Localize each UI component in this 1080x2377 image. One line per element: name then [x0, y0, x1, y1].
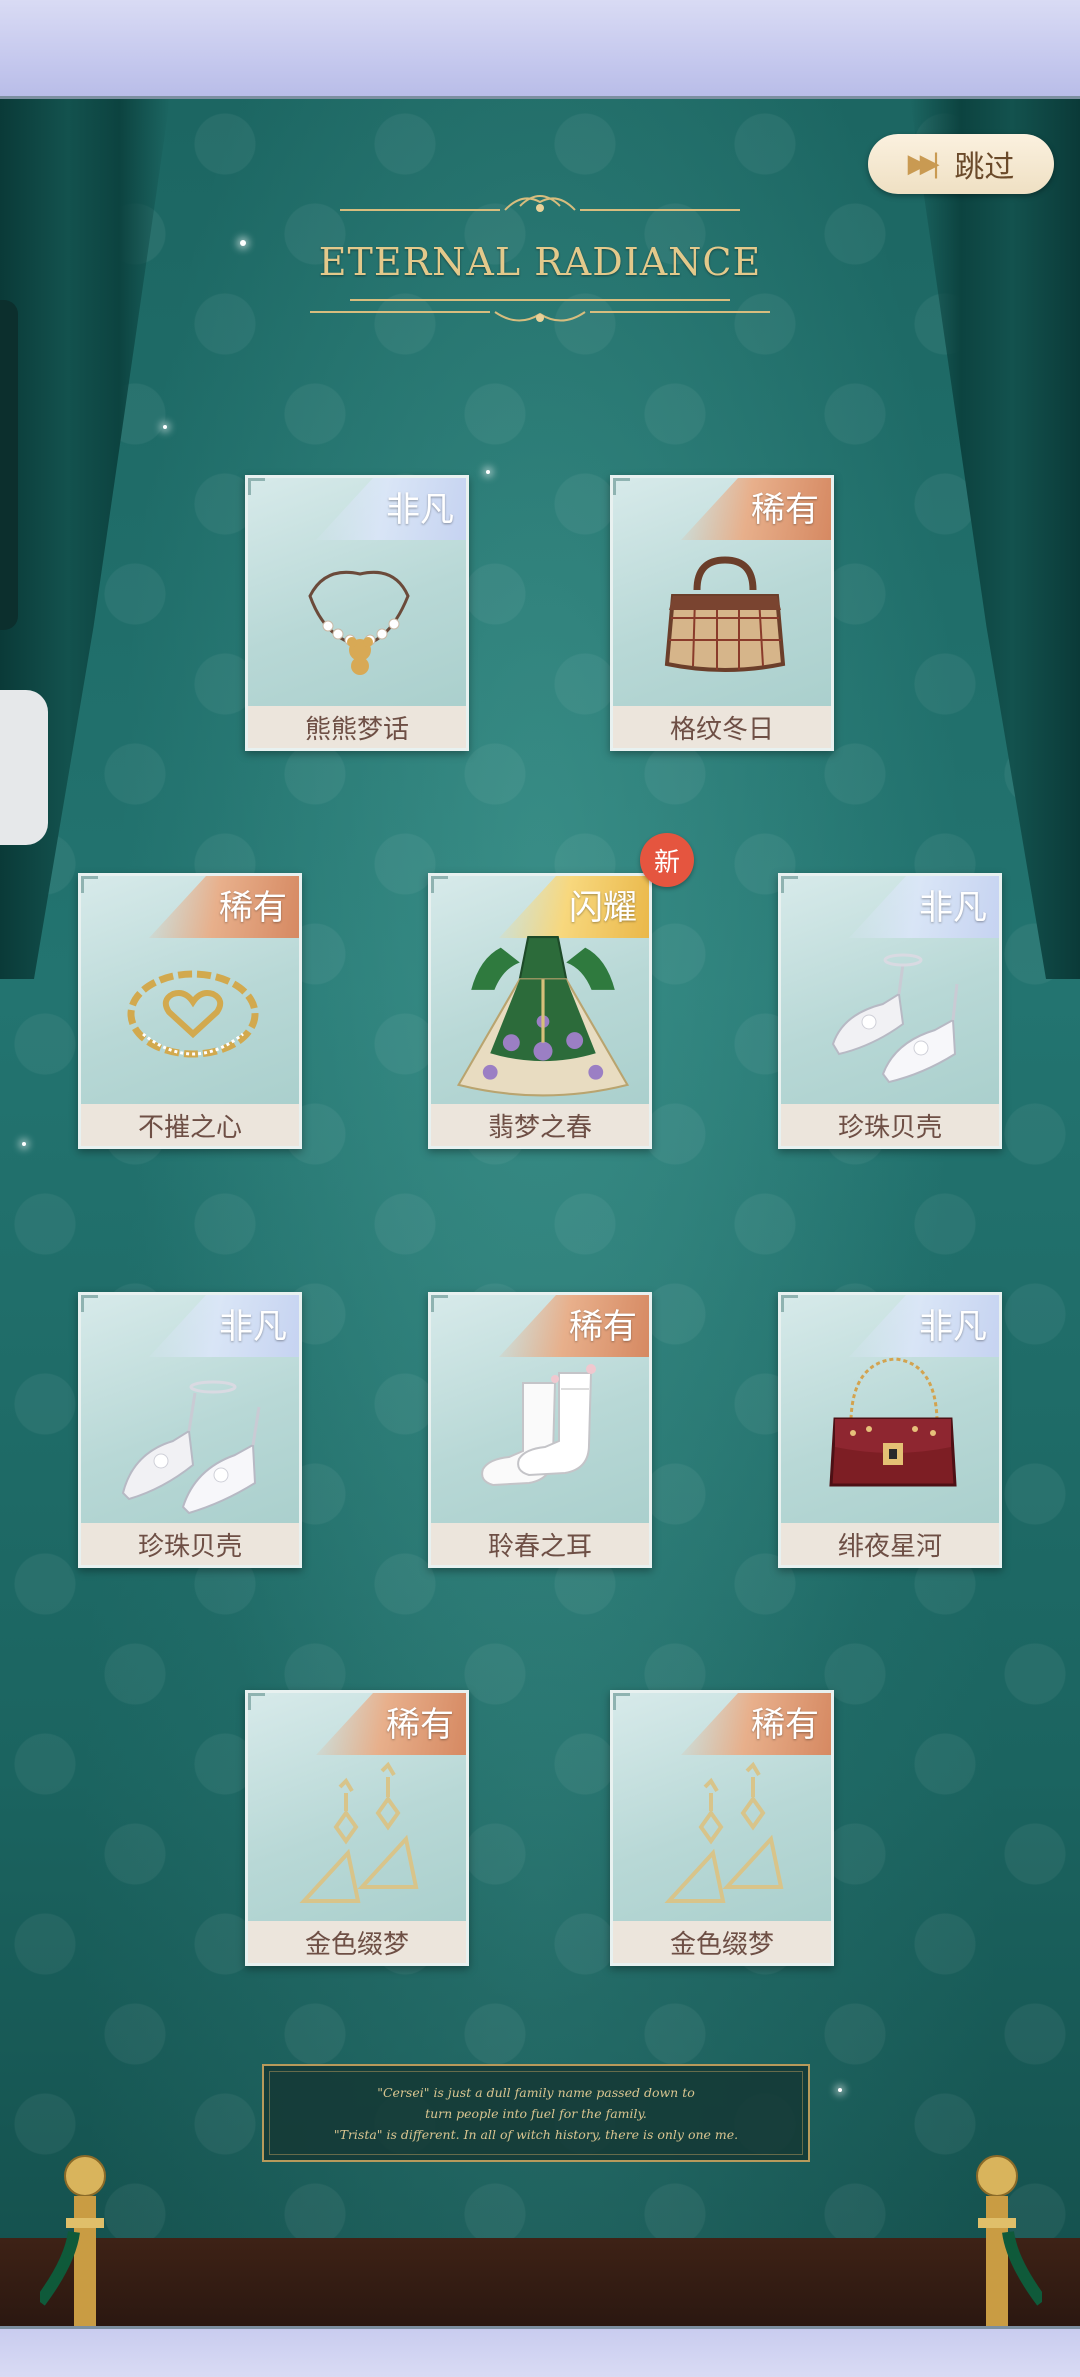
rarity-label: 稀有: [751, 1705, 819, 1745]
damask-wallpaper: [0, 99, 1080, 2329]
item-name: 不摧之心: [81, 1104, 299, 1146]
item-name: 熊熊梦话: [248, 706, 466, 748]
rarity-label: 非凡: [219, 1307, 287, 1347]
side-panel-edge: [0, 300, 18, 630]
item-card[interactable]: 稀有 不摧之心: [78, 873, 302, 1149]
sparkle: [240, 240, 246, 246]
item-name: 金色缀梦: [613, 1921, 831, 1963]
item-card[interactable]: 稀有 格纹冬日: [610, 475, 834, 751]
item-name: 聆春之耳: [431, 1523, 649, 1565]
skip-button[interactable]: ▶▶| 跳过: [868, 134, 1054, 194]
rarity-label: 非凡: [919, 888, 987, 928]
heart-bracelet-icon: [127, 970, 259, 1058]
necklace-icon: [308, 570, 410, 675]
item-card[interactable]: 稀有 金色缀梦: [245, 1690, 469, 1966]
item-name: 翡梦之春: [431, 1104, 649, 1146]
stage-floor: [0, 2238, 1080, 2329]
heels-icon: [831, 953, 959, 1084]
rarity-label: 非凡: [386, 490, 454, 530]
skip-button-label: 跳过: [954, 150, 1015, 185]
rarity-label: 稀有: [386, 1705, 454, 1745]
page-title: ETERNAL RADIANCE: [290, 188, 790, 338]
new-badge: 新: [640, 833, 694, 887]
rarity-label: 非凡: [919, 1307, 987, 1347]
sparkle: [22, 1142, 26, 1146]
top-status-bar: [0, 0, 1080, 99]
earrings-icon: [299, 1761, 419, 1903]
item-name: 珍珠贝壳: [781, 1104, 999, 1146]
stanchion-post-left: [40, 2155, 106, 2332]
sparkle: [838, 2088, 842, 2092]
title-text: ETERNAL RADIANCE: [318, 240, 762, 284]
quote-line: "Trista" is different. In all of witch h…: [333, 2126, 739, 2142]
stanchion-post-right: [976, 2155, 1042, 2332]
heels-icon: [121, 1380, 261, 1515]
quote-line: "Cersei" is just a dull family name pass…: [377, 2084, 695, 2100]
item-name: 金色缀梦: [248, 1921, 466, 1963]
item-card[interactable]: 稀有 金色缀梦: [610, 1690, 834, 1966]
rarity-label: 稀有: [751, 490, 819, 530]
rarity-label: 稀有: [569, 1307, 637, 1347]
item-name: 绯夜星河: [781, 1523, 999, 1565]
item-card[interactable]: 非凡 绯夜星河: [778, 1292, 1002, 1568]
socks-icon: [481, 1364, 596, 1487]
reveal-stage: [0, 99, 1080, 2329]
dress-icon: [456, 936, 630, 1097]
earrings-icon: [664, 1761, 784, 1903]
item-card[interactable]: 闪耀 翡梦之春: [428, 873, 652, 1149]
item-name: 格纹冬日: [613, 706, 831, 748]
item-card[interactable]: 稀有 聆春之耳: [428, 1292, 652, 1568]
fast-forward-icon: ▶▶|: [907, 149, 941, 179]
quote-plaque: "Cersei" is just a dull family name pass…: [262, 2064, 810, 2162]
purse-icon: [829, 1357, 957, 1487]
bottom-bar: [0, 2326, 1080, 2377]
sparkle: [486, 470, 490, 474]
side-handle[interactable]: [0, 690, 48, 845]
item-card[interactable]: 非凡 珍珠贝壳: [778, 873, 1002, 1149]
item-card[interactable]: 非凡 熊熊梦话: [245, 475, 469, 751]
item-card[interactable]: 非凡 珍珠贝壳: [78, 1292, 302, 1568]
rarity-label: 稀有: [219, 888, 287, 928]
item-name: 珍珠贝壳: [81, 1523, 299, 1565]
sparkle: [163, 425, 167, 429]
quote-line: turn people into fuel for the family.: [425, 2105, 647, 2121]
handbag-icon: [664, 556, 786, 672]
